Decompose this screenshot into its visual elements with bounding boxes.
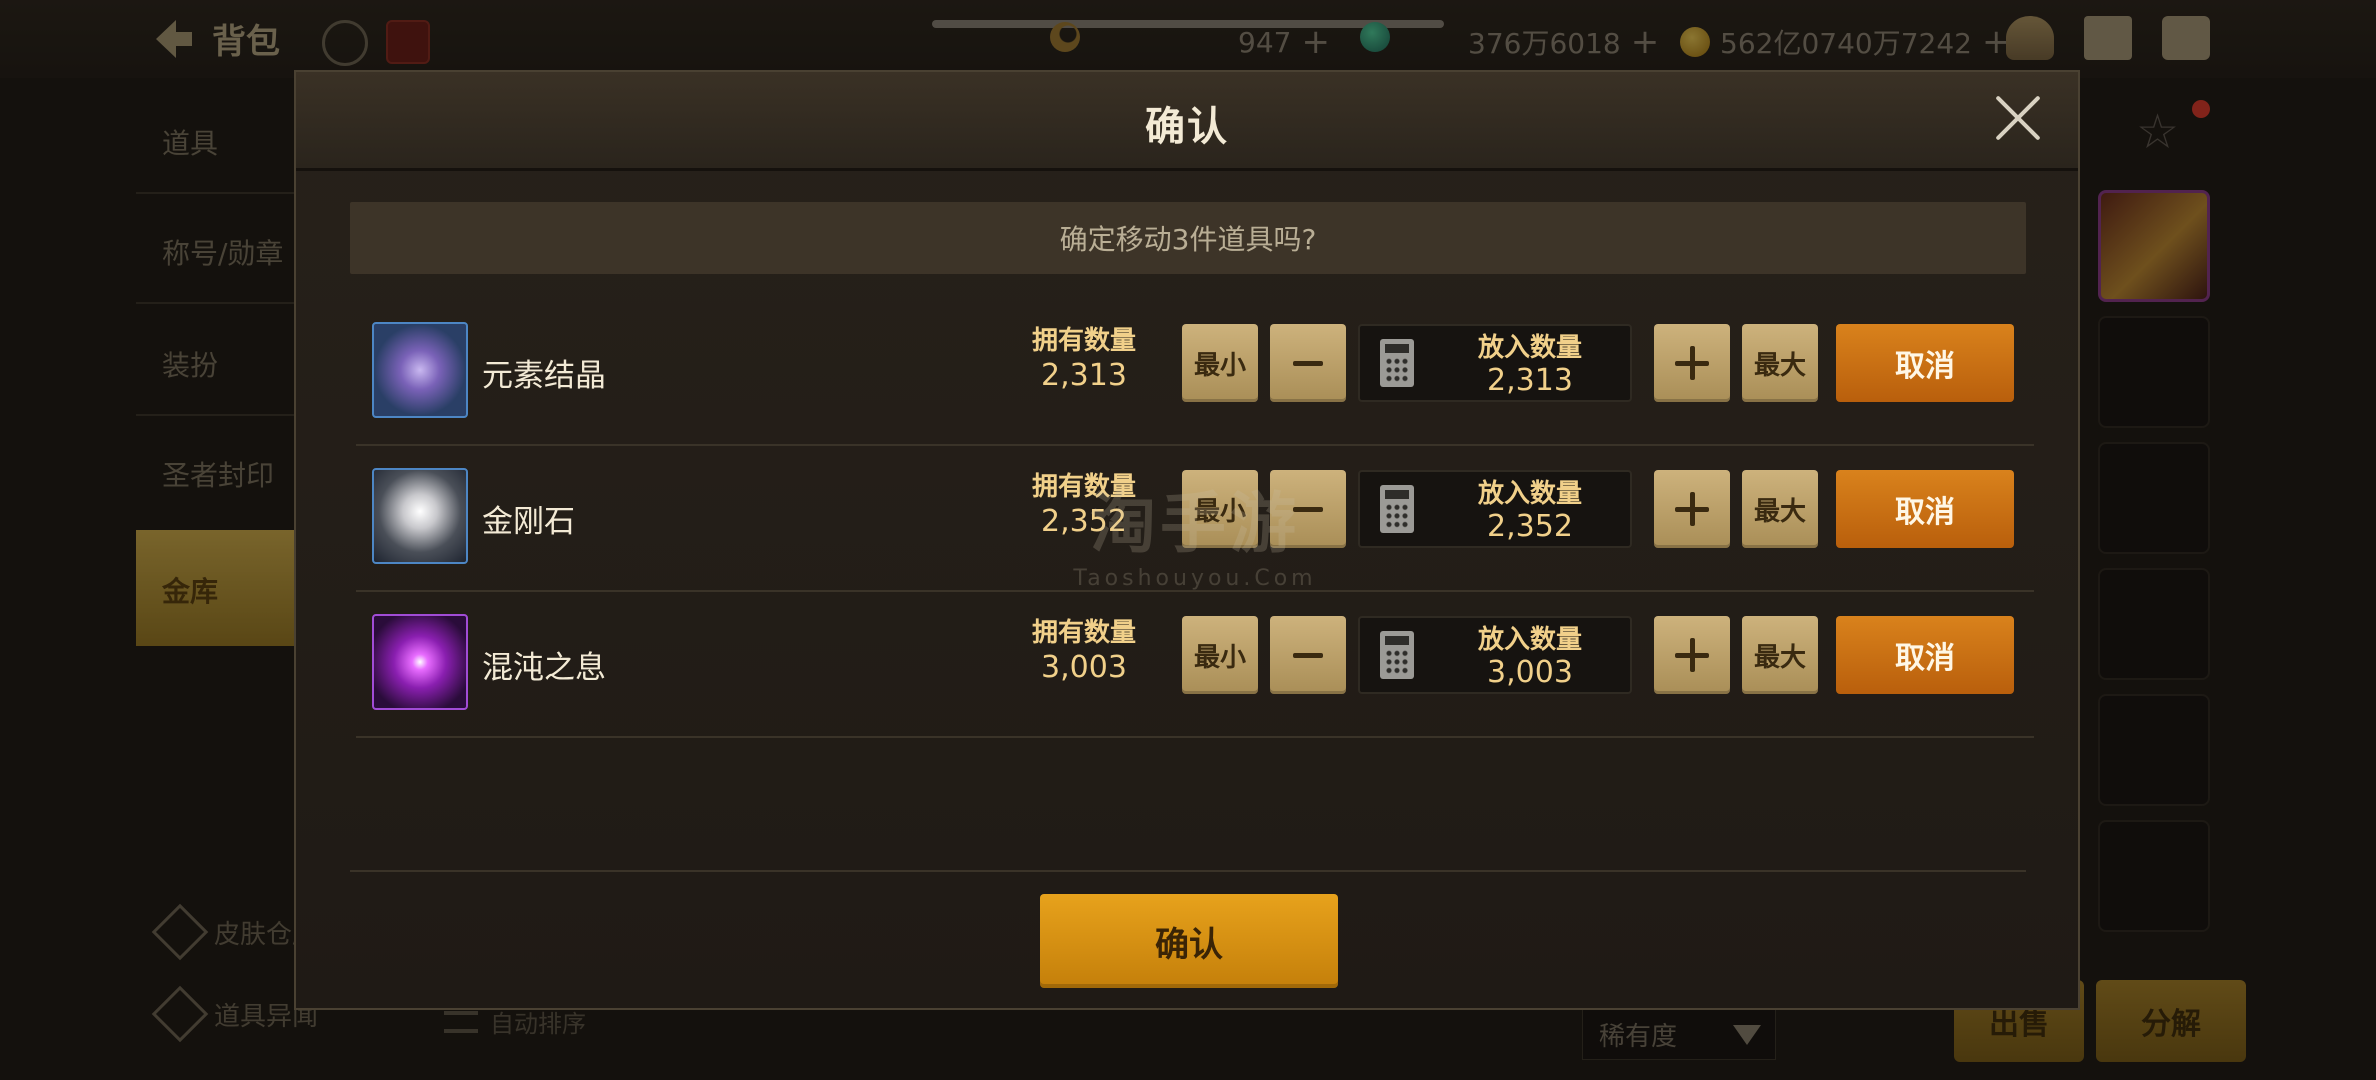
quantity-input[interactable]: 放入数量 3,003 <box>1358 616 1632 694</box>
chaos-breath-icon <box>372 614 468 710</box>
plus-icon <box>1675 346 1709 380</box>
cancel-button[interactable]: 取消 <box>1836 616 2014 694</box>
item-name: 元素结晶 <box>482 358 606 394</box>
close-icon[interactable] <box>1992 92 2044 144</box>
decrease-button[interactable] <box>1270 324 1346 402</box>
calculator-icon[interactable] <box>1380 631 1414 679</box>
item-name: 混沌之息 <box>482 650 606 686</box>
plus-icon <box>1675 638 1709 672</box>
owned-count: 拥有数量 3,003 <box>1031 618 1136 685</box>
item-name: 金刚石 <box>482 504 575 540</box>
dialog-title: 确认 <box>1145 104 1229 150</box>
plus-icon <box>1675 492 1709 526</box>
owned-count: 拥有数量 2,313 <box>1031 326 1136 393</box>
quantity-input[interactable]: 放入数量 2,313 <box>1358 324 1632 402</box>
minus-icon <box>1293 652 1323 658</box>
increase-button[interactable] <box>1654 470 1730 548</box>
decrease-button[interactable] <box>1270 616 1346 694</box>
min-button[interactable]: 最小 <box>1182 616 1258 694</box>
max-button[interactable]: 最大 <box>1742 324 1818 402</box>
list-item: 元素结晶 拥有数量 2,313 最小 放入数量 2,313 最大 取消 <box>356 298 2034 446</box>
element-crystal-icon <box>372 322 468 418</box>
cancel-button[interactable]: 取消 <box>1836 470 2014 548</box>
quantity-input[interactable]: 放入数量 2,352 <box>1358 470 1632 548</box>
max-button[interactable]: 最大 <box>1742 616 1818 694</box>
diamond-gem-icon <box>372 468 468 564</box>
list-item: 混沌之息 拥有数量 3,003 最小 放入数量 3,003 最大 取消 <box>356 590 2034 738</box>
calculator-icon[interactable] <box>1380 339 1414 387</box>
calculator-icon[interactable] <box>1380 485 1414 533</box>
dialog-header: 确认 <box>296 72 2078 171</box>
dialog-prompt: 确定移动3件道具吗? <box>350 202 2026 274</box>
increase-button[interactable] <box>1654 324 1730 402</box>
cancel-button[interactable]: 取消 <box>1836 324 2014 402</box>
confirm-button[interactable]: 确认 <box>1040 894 1338 988</box>
footer-divider <box>350 870 2026 872</box>
min-button[interactable]: 最小 <box>1182 324 1258 402</box>
minus-icon <box>1293 360 1323 366</box>
max-button[interactable]: 最大 <box>1742 470 1818 548</box>
watermark: 淘手游 Taoshouyou.Com <box>1073 485 1317 591</box>
increase-button[interactable] <box>1654 616 1730 694</box>
